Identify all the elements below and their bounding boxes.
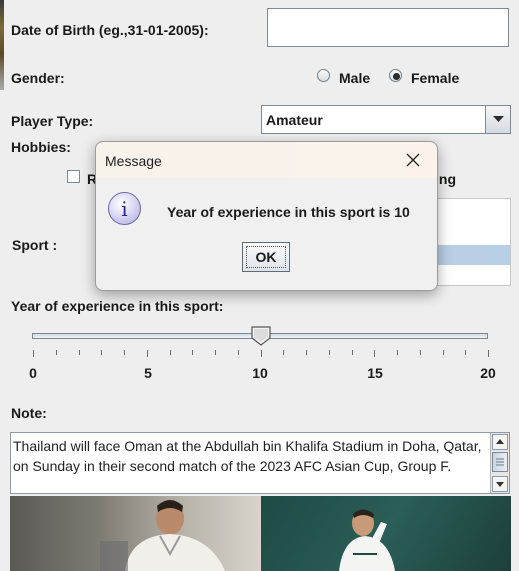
- scroll-thumb[interactable]: [492, 452, 508, 472]
- slider-tick-label-0: 0: [29, 365, 37, 381]
- player-photo-right: [261, 496, 511, 571]
- scroll-up-icon[interactable]: [492, 434, 508, 450]
- dialog-title-bar: Message: [96, 142, 437, 178]
- slider-tick-label-5: 5: [144, 365, 152, 381]
- slider-tick-label-20: 20: [480, 365, 496, 381]
- hobby-checkbox[interactable]: [67, 170, 80, 183]
- gender-label: Gender:: [11, 70, 65, 86]
- hobby-right-label[interactable]: ing: [435, 171, 456, 187]
- slider-tick: [192, 350, 194, 355]
- gender-female-radio[interactable]: [389, 69, 402, 82]
- left-edge-artifact: [0, 0, 4, 90]
- grip-icon: [496, 458, 504, 466]
- gender-male-radio[interactable]: [317, 69, 330, 82]
- slider-tick: [260, 350, 262, 357]
- slider-tick-label-10: 10: [252, 365, 268, 381]
- slider-tick: [328, 350, 330, 355]
- player-type-select[interactable]: Amateur: [261, 105, 511, 134]
- slider-tick: [146, 350, 148, 357]
- slider-tick: [169, 350, 171, 355]
- gender-female-label[interactable]: Female: [411, 70, 459, 86]
- message-dialog: Message i Year of experience in this spo…: [95, 141, 438, 291]
- slider-tick: [397, 350, 398, 355]
- slider-tick-label-15: 15: [367, 365, 383, 381]
- slider-tick: [237, 350, 239, 355]
- ok-button[interactable]: OK: [242, 242, 290, 272]
- dialog-message: Year of experience in this sport is 10: [167, 204, 410, 220]
- slider-tick: [488, 350, 489, 357]
- slider-tick: [33, 350, 34, 357]
- note-text: Thailand will face Oman at the Abdullah …: [13, 438, 482, 474]
- dob-label: Date of Birth (eg.,31-01-2005):: [11, 22, 209, 38]
- dob-input[interactable]: [267, 8, 509, 47]
- note-scrollbar[interactable]: [490, 433, 509, 493]
- slider-tick: [419, 350, 421, 355]
- hobbies-label: Hobbies:: [11, 139, 71, 155]
- scroll-down-icon[interactable]: [492, 476, 508, 492]
- slider-tick: [101, 350, 103, 355]
- slider-tick: [78, 350, 80, 355]
- chevron-down-icon: [493, 116, 504, 122]
- slider-tick: [442, 350, 444, 355]
- experience-label: Year of experience in this sport:: [11, 298, 224, 314]
- player-photo-left: [10, 496, 261, 571]
- player-type-dropdown-button[interactable]: [485, 106, 510, 133]
- slider-tick: [306, 350, 307, 355]
- slider-tick: [374, 350, 376, 357]
- slider-tick: [351, 350, 353, 355]
- slider-tick: [55, 350, 57, 355]
- slider-tick: [124, 350, 125, 355]
- close-icon[interactable]: [402, 150, 424, 170]
- dialog-title: Message: [105, 153, 162, 169]
- slider-tick: [465, 350, 467, 355]
- player-type-value: Amateur: [266, 112, 323, 128]
- note-textarea[interactable]: Thailand will face Oman at the Abdullah …: [10, 432, 510, 494]
- sport-label: Sport :: [12, 237, 58, 253]
- ok-button-label: OK: [255, 249, 277, 265]
- gender-male-label[interactable]: Male: [339, 70, 370, 86]
- info-icon: i: [108, 192, 141, 225]
- slider-thumb[interactable]: [250, 326, 271, 346]
- player-type-label: Player Type:: [11, 113, 94, 129]
- info-glyph: i: [121, 197, 128, 221]
- experience-slider[interactable]: 0 5 10 15 20: [29, 325, 496, 385]
- slider-tick: [283, 350, 285, 355]
- slider-tick: [215, 350, 216, 355]
- note-label: Note:: [11, 405, 47, 421]
